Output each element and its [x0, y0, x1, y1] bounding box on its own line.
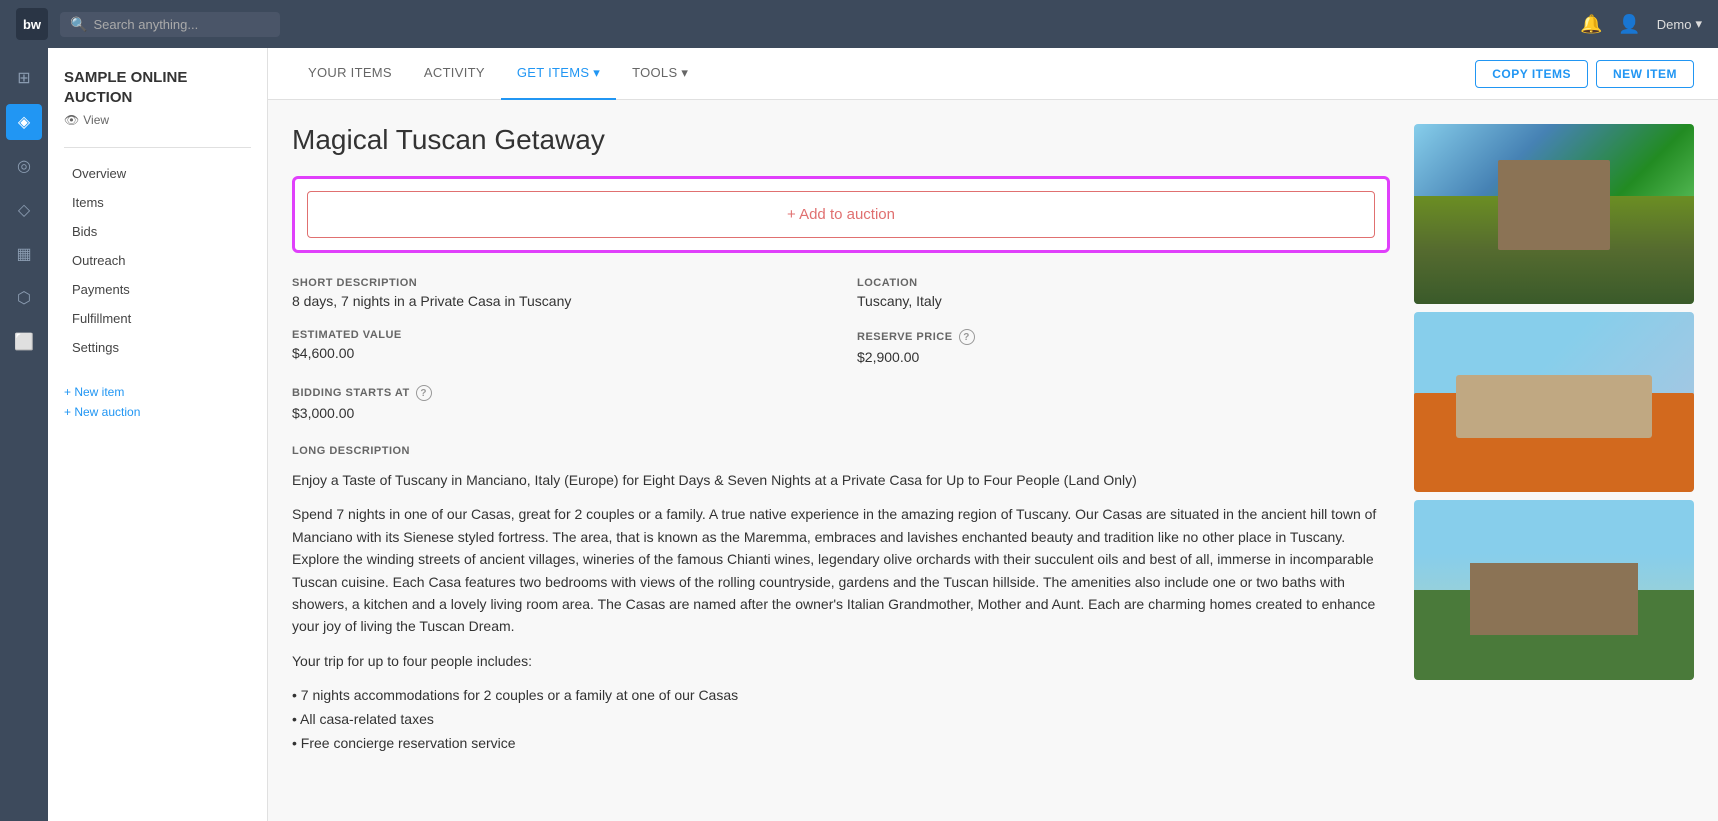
short-description-label: SHORT DESCRIPTION — [292, 277, 825, 289]
sidebar-item-outreach[interactable]: Outreach — [64, 247, 251, 274]
search-icon: 🔍 — [70, 16, 87, 33]
main-layout: ⊞ ◈ ◎ ◇ ▦ ⬡ ⬜ SAMPLE ONLINE AUCTION 👁 Vi… — [0, 48, 1718, 821]
tab-tools[interactable]: TOOLS ▾ — [616, 48, 704, 100]
top-nav: bw 🔍 🔔 👤 Demo ▾ — [0, 0, 1718, 48]
nav-icon-tag[interactable]: ◇ — [6, 192, 42, 228]
nav-icon-dashboard[interactable]: ⊞ — [6, 60, 42, 96]
bidding-starts-label: BIDDING STARTS AT ? — [292, 385, 825, 401]
new-item-link[interactable]: + New item — [64, 385, 251, 399]
sidebar-menu: Overview Items Bids Outreach Payments Fu… — [64, 160, 251, 361]
icon-sidebar: ⊞ ◈ ◎ ◇ ▦ ⬡ ⬜ — [0, 48, 48, 821]
reserve-price-help-icon[interactable]: ? — [959, 329, 975, 345]
long-desc-para1: Enjoy a Taste of Tuscany in Manciano, It… — [292, 469, 1390, 491]
tab-actions: COPY ITEMS NEW ITEM — [1475, 60, 1694, 88]
short-description-value: 8 days, 7 nights in a Private Casa in Tu… — [292, 293, 825, 309]
search-input[interactable] — [93, 17, 253, 32]
sidebar-item-fulfillment[interactable]: Fulfillment — [64, 305, 251, 332]
add-to-auction-button[interactable]: + Add to auction — [307, 191, 1375, 238]
view-auction-link[interactable]: 👁 View — [64, 113, 251, 127]
item-image-2[interactable] — [1414, 312, 1694, 492]
fields-grid: SHORT DESCRIPTION 8 days, 7 nights in a … — [292, 277, 1390, 421]
sidebar-item-items[interactable]: Items — [64, 189, 251, 216]
sidebar-item-overview[interactable]: Overview — [64, 160, 251, 187]
tabs: YOUR ITEMS ACTIVITY GET ITEMS ▾ TOOLS ▾ — [292, 48, 1475, 100]
add-to-auction-wrapper: + Add to auction — [292, 176, 1390, 253]
nav-icon-group[interactable]: ⬡ — [6, 280, 42, 316]
estimated-value-field: ESTIMATED VALUE $4,600.00 — [292, 329, 825, 365]
reserve-price-field: RESERVE PRICE ? $2,900.00 — [857, 329, 1390, 365]
sidebar-footer: + New item + New auction — [64, 385, 251, 419]
bidding-starts-value: $3,000.00 — [292, 405, 825, 421]
tab-get-items[interactable]: GET ITEMS ▾ — [501, 48, 616, 100]
tab-your-items[interactable]: YOUR ITEMS — [292, 48, 408, 100]
content-area: YOUR ITEMS ACTIVITY GET ITEMS ▾ TOOLS ▾ … — [268, 48, 1718, 821]
short-description-field: SHORT DESCRIPTION 8 days, 7 nights in a … — [292, 277, 825, 309]
bullet-3: • Free concierge reservation service — [292, 732, 1390, 756]
sidebar-item-bids[interactable]: Bids — [64, 218, 251, 245]
bidding-starts-help-icon[interactable]: ? — [416, 385, 432, 401]
bidding-starts-field: BIDDING STARTS AT ? $3,000.00 — [292, 385, 825, 421]
nav-icon-box[interactable]: ⬜ — [6, 324, 42, 360]
estimated-value-value: $4,600.00 — [292, 345, 825, 361]
location-label: LOCATION — [857, 277, 1390, 289]
location-field: LOCATION Tuscany, Italy — [857, 277, 1390, 309]
search-bar[interactable]: 🔍 — [60, 12, 280, 37]
item-image-1[interactable] — [1414, 124, 1694, 304]
top-nav-right: 🔔 👤 Demo ▾ — [1580, 14, 1702, 35]
user-menu-button[interactable]: Demo ▾ — [1657, 16, 1702, 32]
estimated-value-label: ESTIMATED VALUE — [292, 329, 825, 341]
nav-icon-calendar[interactable]: ▦ — [6, 236, 42, 272]
bell-icon[interactable]: 🔔 — [1580, 14, 1602, 35]
bullet-2: • All casa-related taxes — [292, 708, 1390, 732]
auction-title: SAMPLE ONLINE AUCTION — [64, 68, 251, 107]
copy-items-button[interactable]: COPY ITEMS — [1475, 60, 1588, 88]
nav-icon-items[interactable]: ◈ — [6, 104, 42, 140]
eye-icon: 👁 — [64, 113, 79, 127]
long-desc-para2: Spend 7 nights in one of our Casas, grea… — [292, 503, 1390, 637]
item-detail: Magical Tuscan Getaway + Add to auction … — [292, 124, 1390, 797]
images-panel — [1414, 124, 1694, 797]
tab-activity[interactable]: ACTIVITY — [408, 48, 501, 100]
bullet-1: • 7 nights accommodations for 2 couples … — [292, 684, 1390, 708]
new-item-button[interactable]: NEW ITEM — [1596, 60, 1694, 88]
sidebar-divider — [64, 147, 251, 148]
reserve-price-value: $2,900.00 — [857, 349, 1390, 365]
sidebar-item-settings[interactable]: Settings — [64, 334, 251, 361]
long-description-label: LONG DESCRIPTION — [292, 445, 1390, 457]
sidebar-item-payments[interactable]: Payments — [64, 276, 251, 303]
left-sidebar: SAMPLE ONLINE AUCTION 👁 View Overview It… — [48, 48, 268, 821]
item-title: Magical Tuscan Getaway — [292, 124, 1390, 156]
user-avatar-icon[interactable]: 👤 — [1618, 14, 1640, 35]
nav-icon-bids[interactable]: ◎ — [6, 148, 42, 184]
app-logo: bw — [16, 8, 48, 40]
location-value: Tuscany, Italy — [857, 293, 1390, 309]
item-image-3[interactable] — [1414, 500, 1694, 680]
tab-bar: YOUR ITEMS ACTIVITY GET ITEMS ▾ TOOLS ▾ … — [268, 48, 1718, 100]
reserve-price-label: RESERVE PRICE ? — [857, 329, 1390, 345]
chevron-down-icon: ▾ — [1695, 16, 1702, 32]
new-auction-link[interactable]: + New auction — [64, 405, 251, 419]
page-content: Magical Tuscan Getaway + Add to auction … — [268, 100, 1718, 821]
long-desc-para3: Your trip for up to four people includes… — [292, 650, 1390, 672]
